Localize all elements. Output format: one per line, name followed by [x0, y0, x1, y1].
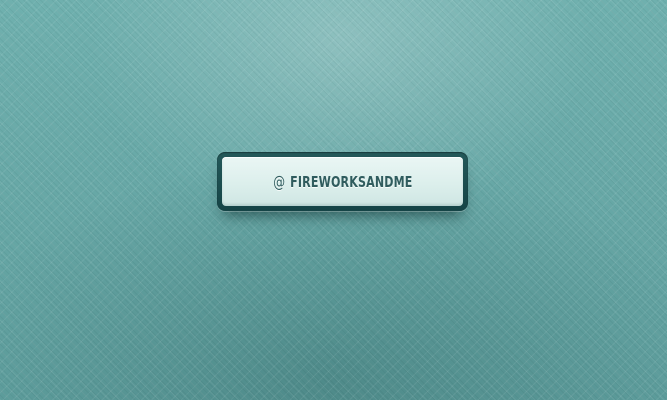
at-sign-icon: @	[272, 172, 285, 191]
background: @ FIREWORKSANDME	[0, 0, 667, 400]
button-label: @ FIREWORKSANDME	[273, 172, 412, 191]
handle-text: FIREWORKSANDME	[289, 172, 413, 191]
twitter-handle-button[interactable]: @ FIREWORKSANDME	[222, 157, 463, 206]
twitter-handle-button-frame: @ FIREWORKSANDME	[217, 152, 468, 211]
